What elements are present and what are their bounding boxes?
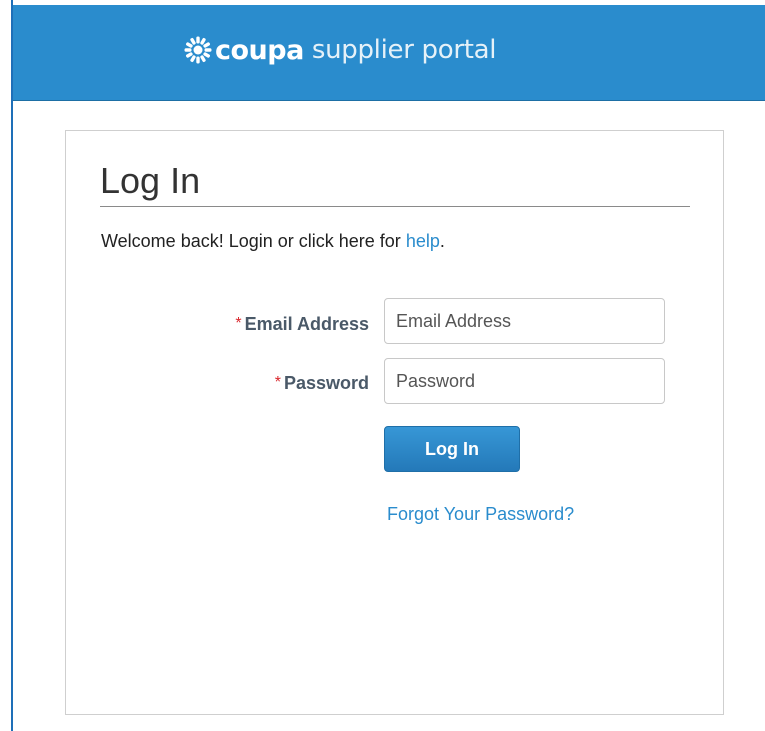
title-divider (100, 206, 690, 207)
forgot-password-link[interactable]: Forgot Your Password? (387, 504, 574, 525)
welcome-message: Welcome back! Login or click here for he… (101, 231, 445, 252)
password-label: * Password (275, 373, 369, 394)
window-left-border (11, 0, 13, 731)
required-marker: * (274, 374, 281, 391)
welcome-suffix: . (439, 231, 445, 251)
help-link[interactable]: help (406, 231, 440, 251)
password-input[interactable] (384, 358, 665, 404)
email-address-label: * Email Address (235, 314, 369, 335)
logo-brand-text: coupa (215, 34, 304, 66)
logo-product-text: supplier portal (311, 35, 497, 65)
coupa-supplier-portal-logo: coupa supplier portal (183, 33, 497, 67)
password-label-text: Password (283, 373, 369, 393)
page-title: Log In (100, 160, 201, 201)
required-marker: * (235, 315, 242, 332)
email-address-label-text: Email Address (244, 314, 369, 334)
log-in-button[interactable]: Log In (384, 426, 520, 472)
welcome-text: Welcome back! Login or click here for (101, 231, 401, 251)
login-panel: Log In Welcome back! Login or click here… (65, 130, 724, 715)
email-address-input[interactable] (384, 298, 665, 344)
portal-header: coupa supplier portal (13, 5, 765, 101)
coupa-sunburst-icon (184, 36, 212, 64)
